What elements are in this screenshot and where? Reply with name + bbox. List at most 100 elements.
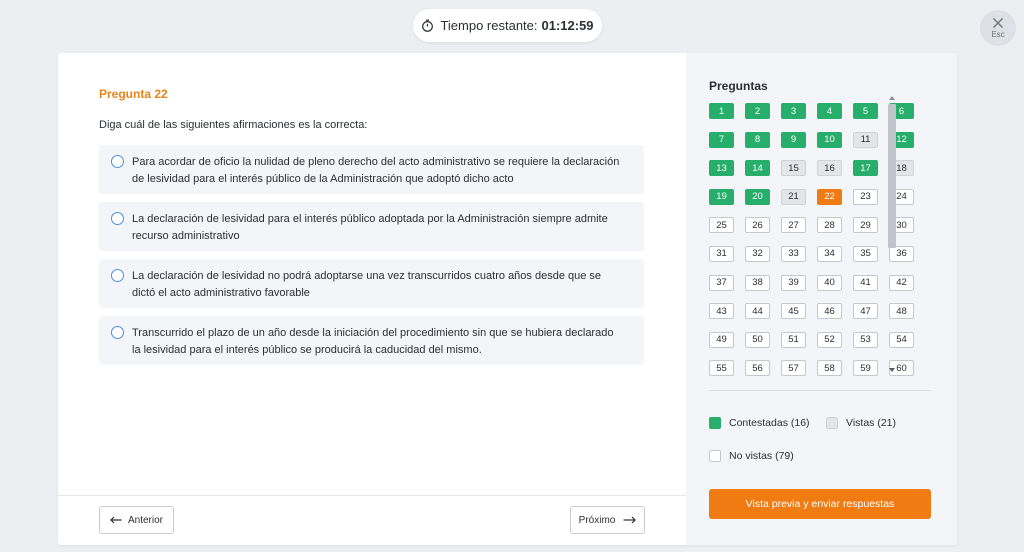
question-number-button[interactable]: 52 [817, 331, 842, 348]
navigator-title: Preguntas [709, 79, 768, 93]
question-number-button[interactable]: 33 [781, 245, 806, 262]
previous-label: Anterior [127, 514, 163, 526]
legend-unseen-label: No vistas (79) [729, 450, 794, 462]
question-number-button[interactable]: 35 [853, 245, 878, 262]
esc-label: Esc [991, 30, 1005, 39]
timer-value: 01:12:59 [541, 18, 594, 33]
radio-button[interactable] [111, 269, 124, 282]
question-navigator: Preguntas 1 2 3 4 5 6 7 8 9 10 11 12 13 14 15 16 17 18 19 2… [686, 53, 957, 545]
question-number-button[interactable]: 28 [817, 217, 842, 234]
navigator-divider [709, 390, 931, 391]
question-number-button[interactable]: 21 [781, 188, 806, 205]
scroll-up-arrow[interactable] [889, 96, 895, 100]
arrow-left-icon [110, 516, 122, 524]
question-number-button[interactable]: 32 [745, 245, 770, 262]
answer-option-2[interactable]: La declaración de lesividad para el inte… [99, 202, 644, 251]
legend-viewed-label: Vistas (21) [846, 417, 896, 429]
previous-button[interactable]: Anterior [99, 506, 174, 534]
question-number-button[interactable]: 5 [853, 103, 878, 119]
question-number-button[interactable]: 20 [745, 188, 770, 205]
radio-button[interactable] [111, 212, 124, 225]
question-number-button[interactable]: 23 [853, 188, 878, 205]
question-number-button[interactable]: 47 [853, 303, 878, 320]
close-icon [993, 18, 1003, 28]
answer-option-text: La declaración de lesividad no podrá ado… [132, 270, 602, 299]
question-number-button[interactable]: 8 [745, 131, 770, 148]
question-number-button[interactable]: 4 [817, 103, 842, 119]
question-number-button[interactable]: 16 [817, 160, 842, 177]
question-number-button[interactable]: 43 [709, 303, 734, 320]
question-title: Pregunta 22 [99, 87, 168, 101]
question-number-button[interactable]: 26 [745, 217, 770, 234]
next-button[interactable]: Próximo [570, 506, 645, 534]
question-number-button[interactable]: 58 [817, 360, 842, 377]
question-number-button[interactable]: 45 [781, 303, 806, 320]
footer-divider [58, 495, 686, 496]
answer-option-text: Transcurrido el plazo de un año desde la… [132, 327, 614, 356]
question-number-button[interactable]: 53 [853, 331, 878, 348]
legend-unseen-swatch [709, 450, 721, 462]
question-number-button[interactable]: 41 [853, 274, 878, 291]
question-number-button[interactable]: 42 [889, 274, 914, 291]
question-number-button[interactable]: 50 [745, 331, 770, 348]
question-number-button[interactable]: 39 [781, 274, 806, 291]
timer-label: Tiempo restante: [440, 18, 538, 33]
question-number-button[interactable]: 31 [709, 245, 734, 262]
legend-unseen: No vistas (79) [709, 450, 794, 462]
question-number-button[interactable]: 44 [745, 303, 770, 320]
answer-option-text: La declaración de lesividad para el inte… [132, 213, 608, 242]
question-number-button[interactable]: 55 [709, 360, 734, 377]
question-number-button[interactable]: 40 [817, 274, 842, 291]
answer-option-1[interactable]: Para acordar de oficio la nulidad de ple… [99, 145, 644, 194]
question-number-button[interactable]: 48 [889, 303, 914, 320]
question-number-button[interactable]: 25 [709, 217, 734, 234]
question-number-button[interactable]: 36 [889, 245, 914, 262]
radio-button[interactable] [111, 326, 124, 339]
question-number-button[interactable]: 46 [817, 303, 842, 320]
esc-button[interactable]: Esc [980, 10, 1016, 46]
arrow-right-icon [623, 516, 637, 524]
question-number-button[interactable]: 34 [817, 245, 842, 262]
question-number-button[interactable]: 54 [889, 331, 914, 348]
question-number-button[interactable]: 7 [709, 131, 734, 148]
question-number-button[interactable]: 22 [817, 188, 842, 205]
answer-option-text: Para acordar de oficio la nulidad de ple… [132, 156, 620, 185]
legend-answered-label: Contestadas (16) [729, 417, 810, 429]
question-number-button[interactable]: 19 [709, 188, 734, 205]
next-label: Próximo [578, 514, 616, 526]
question-number-button[interactable]: 10 [817, 131, 842, 148]
answer-option-3[interactable]: La declaración de lesividad no podrá ado… [99, 259, 644, 308]
timer-pill: Tiempo restante: 01:12:59 [413, 9, 602, 42]
question-number-button[interactable]: 1 [709, 103, 734, 119]
preview-submit-button[interactable]: Vista previa y enviar respuestas [709, 489, 931, 519]
question-number-button[interactable]: 37 [709, 274, 734, 291]
stopwatch-icon [422, 19, 434, 32]
question-number-button[interactable]: 27 [781, 217, 806, 234]
question-number-button[interactable]: 15 [781, 160, 806, 177]
question-text: Diga cuál de las siguientes afirmaciones… [99, 119, 368, 131]
question-number-button[interactable]: 13 [709, 160, 734, 177]
question-number-button[interactable]: 11 [853, 131, 878, 148]
question-number-button[interactable]: 59 [853, 360, 878, 377]
question-number-button[interactable]: 29 [853, 217, 878, 234]
question-number-button[interactable]: 9 [781, 131, 806, 148]
question-number-button[interactable]: 2 [745, 103, 770, 119]
question-number-button[interactable]: 38 [745, 274, 770, 291]
legend-viewed: Vistas (21) [826, 417, 896, 429]
legend-viewed-swatch [826, 417, 838, 429]
legend-answered-swatch [709, 417, 721, 429]
radio-button[interactable] [111, 155, 124, 168]
question-pane: Pregunta 22 Diga cuál de las siguientes … [58, 53, 686, 545]
scrollbar-thumb[interactable] [888, 104, 896, 248]
exam-card: Pregunta 22 Diga cuál de las siguientes … [58, 53, 957, 545]
question-number-button[interactable]: 14 [745, 160, 770, 177]
question-number-button[interactable]: 57 [781, 360, 806, 377]
answer-option-4[interactable]: Transcurrido el plazo de un año desde la… [99, 316, 644, 365]
scroll-down-arrow[interactable] [889, 368, 895, 372]
question-number-button[interactable]: 56 [745, 360, 770, 377]
question-number-button[interactable]: 51 [781, 331, 806, 348]
question-number-button[interactable]: 3 [781, 103, 806, 119]
question-number-button[interactable]: 49 [709, 331, 734, 348]
question-number-button[interactable]: 17 [853, 160, 878, 177]
answer-options: Para acordar de oficio la nulidad de ple… [99, 145, 644, 373]
